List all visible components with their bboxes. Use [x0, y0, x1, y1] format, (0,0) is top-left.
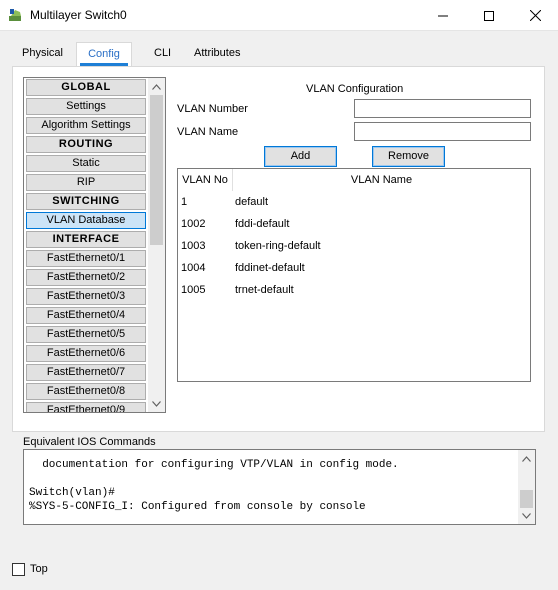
vlan-no-cell: 1004 — [181, 262, 206, 274]
nav-item[interactable]: FastEthernet0/3 — [26, 288, 146, 305]
tab-attributes[interactable]: Attributes — [194, 42, 240, 66]
nav-item[interactable]: FastEthernet0/7 — [26, 364, 146, 381]
vlan-name-cell: fddinet-default — [235, 262, 305, 274]
scroll-down-icon[interactable] — [148, 395, 165, 412]
scroll-thumb[interactable] — [520, 490, 533, 508]
nav-item[interactable]: FastEthernet0/6 — [26, 345, 146, 362]
top-checkbox-label: Top — [30, 563, 48, 575]
add-button[interactable]: Add — [264, 146, 337, 167]
tab-config[interactable]: Config — [76, 42, 132, 67]
vlan-name-input[interactable] — [354, 122, 531, 141]
nav-item[interactable]: FastEthernet0/4 — [26, 307, 146, 324]
nav-item[interactable]: Settings — [26, 98, 146, 115]
nav-section-header: SWITCHING — [26, 193, 146, 210]
nav-section-header: GLOBAL — [26, 79, 146, 96]
tab-physical[interactable]: Physical — [22, 42, 63, 66]
nav-item[interactable]: RIP — [26, 174, 146, 191]
table-row[interactable]: 1 default — [178, 191, 530, 213]
tab-config-label: Config — [88, 48, 120, 60]
nav-section-header: ROUTING — [26, 136, 146, 153]
close-icon — [529, 10, 541, 21]
nav-section-header: INTERFACE — [26, 231, 146, 248]
title-bar: Multilayer Switch0 — [0, 0, 558, 31]
switch-app-icon — [8, 7, 24, 23]
vlan-name-cell: default — [235, 196, 269, 208]
scroll-down-icon[interactable] — [518, 507, 535, 524]
vlan-no-cell: 1 — [181, 196, 188, 208]
console-line: %SYS-5-CONFIG_I: Configured from console… — [29, 501, 366, 513]
vlan-name-cell: trnet-default — [235, 284, 294, 296]
vlan-number-input[interactable] — [354, 99, 531, 118]
table-row[interactable]: 1002 fddi-default — [178, 213, 530, 235]
column-header-vlan-no[interactable]: VLAN No — [178, 169, 233, 191]
nav-item[interactable]: FastEthernet0/1 — [26, 250, 146, 267]
console-line: Switch(vlan)# — [29, 487, 115, 499]
vlan-config-title: VLAN Configuration — [306, 83, 404, 95]
vlan-number-label: VLAN Number — [177, 103, 248, 115]
nav-item[interactable]: FastEthernet0/9 — [26, 402, 146, 412]
vlan-name-cell: fddi-default — [235, 218, 290, 230]
vlan-table: VLAN No VLAN Name 1 default 1002 fddi-defau… — [177, 168, 531, 382]
nav-item[interactable]: FastEthernet0/5 — [26, 326, 146, 343]
scroll-up-icon[interactable] — [518, 450, 535, 467]
minimize-button[interactable] — [420, 0, 466, 31]
vlan-name-cell: token-ring-default — [235, 240, 321, 252]
vlan-name-label: VLAN Name — [177, 126, 239, 138]
tab-cli[interactable]: CLI — [154, 42, 171, 66]
nav-item[interactable]: FastEthernet0/2 — [26, 269, 146, 286]
scroll-thumb[interactable] — [150, 95, 163, 245]
console-text: documentation for configuring VTP/VLAN i… — [29, 458, 514, 514]
nav-item[interactable]: FastEthernet0/8 — [26, 383, 146, 400]
ios-commands-label: Equivalent IOS Commands — [23, 436, 156, 448]
vlan-no-cell: 1003 — [181, 240, 206, 252]
maximize-button[interactable] — [466, 0, 512, 31]
top-checkbox[interactable] — [12, 563, 25, 576]
maximize-icon — [484, 10, 494, 21]
console-scrollbar[interactable] — [518, 450, 535, 524]
table-row[interactable]: 1004 fddinet-default — [178, 257, 530, 279]
table-row[interactable]: 1005 trnet-default — [178, 279, 530, 301]
nav-item[interactable]: Algorithm Settings — [26, 117, 146, 134]
vlan-no-cell: 1002 — [181, 218, 206, 230]
table-row[interactable]: 1003 token-ring-default — [178, 235, 530, 257]
nav-scrollbar[interactable] — [148, 78, 165, 412]
nav-item[interactable]: Static — [26, 155, 146, 172]
remove-button[interactable]: Remove — [372, 146, 445, 167]
close-button[interactable] — [512, 0, 558, 31]
scroll-up-icon[interactable] — [148, 78, 165, 95]
vlan-no-cell: 1005 — [181, 284, 206, 296]
minimize-icon — [438, 15, 448, 16]
console-line: documentation for configuring VTP/VLAN i… — [29, 459, 399, 471]
ios-console[interactable]: documentation for configuring VTP/VLAN i… — [23, 449, 536, 525]
window-title: Multilayer Switch0 — [30, 8, 127, 22]
config-nav-list[interactable]: GLOBAL Settings Algorithm Settings ROUTING S… — [23, 77, 166, 413]
column-header-vlan-name[interactable]: VLAN Name — [233, 169, 530, 191]
nav-item[interactable]: VLAN Database — [26, 212, 146, 229]
